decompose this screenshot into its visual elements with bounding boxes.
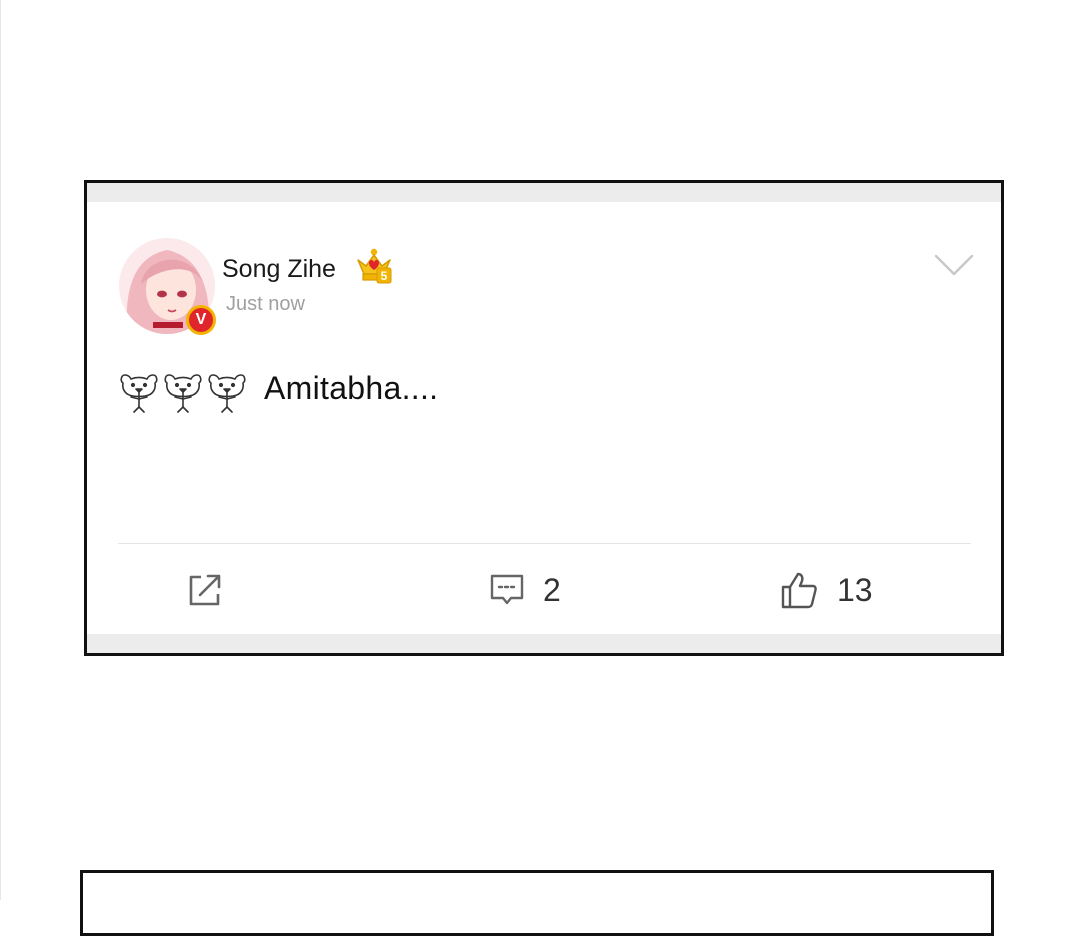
username[interactable]: Song Zihe [222, 255, 336, 284]
post: V Song Zihe 5 Just now Amitabha.... 2 13 [87, 202, 1001, 634]
divider [118, 543, 971, 544]
emoji-row [119, 369, 247, 413]
post-options-chevron-down-icon[interactable] [934, 252, 974, 278]
page-edge [0, 0, 1, 900]
like-button[interactable]: 13 [779, 568, 873, 612]
share-button[interactable] [187, 568, 223, 612]
card-top-separator [87, 183, 1001, 202]
bear-hug-icon [164, 374, 202, 413]
comment-button[interactable]: 2 [489, 568, 561, 612]
verified-badge-label: V [189, 308, 213, 332]
comment-count: 2 [543, 571, 561, 608]
next-panel [80, 870, 994, 936]
card-bottom-separator [87, 634, 1001, 653]
post-timestamp: Just now [226, 293, 305, 315]
crown-level-icon: 5 [355, 248, 393, 286]
verified-badge-icon: V [186, 305, 216, 335]
post-text: Amitabha.... [264, 370, 439, 406]
level-number: 5 [381, 269, 388, 283]
comment-icon [490, 574, 524, 605]
like-count: 13 [837, 571, 873, 608]
bear-hug-icon [208, 374, 246, 413]
thumbs-up-icon [781, 572, 817, 609]
bear-hug-icon [120, 374, 158, 413]
share-icon [189, 574, 221, 606]
weibo-post-card: V Song Zihe 5 Just now Amitabha.... 2 13 [84, 180, 1004, 656]
